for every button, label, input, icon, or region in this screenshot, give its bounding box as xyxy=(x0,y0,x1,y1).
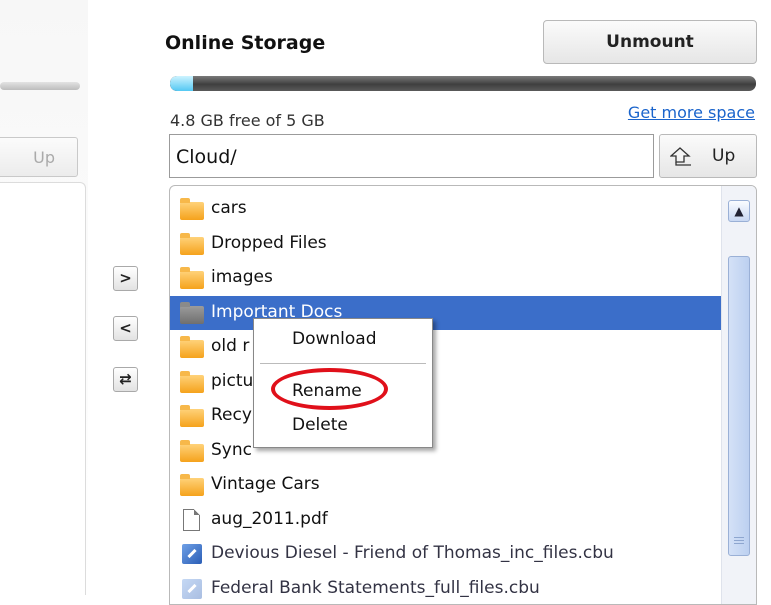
menu-item-download[interactable]: Download xyxy=(292,329,377,349)
list-item[interactable]: Devious Diesel - Friend of Thomas_inc_fi… xyxy=(170,537,722,572)
vertical-scrollbar[interactable]: ▲ xyxy=(721,186,756,605)
path-input[interactable] xyxy=(169,134,654,178)
storage-usage-bar xyxy=(170,76,756,91)
thumb-grip xyxy=(734,540,744,541)
folder-icon xyxy=(180,233,204,255)
list-item[interactable]: aug_2011.pdf xyxy=(170,503,722,538)
menu-item-delete[interactable]: Delete xyxy=(292,415,348,435)
list-item[interactable]: Federal Bank Statements_full_files.cbu xyxy=(170,572,722,605)
scrollbar-thumb[interactable] xyxy=(728,256,750,556)
folder-icon xyxy=(180,474,204,496)
copy-to-local-button[interactable]: > xyxy=(113,266,138,291)
unmount-button[interactable]: Unmount xyxy=(543,20,757,64)
backup-file-icon xyxy=(180,543,204,565)
list-item[interactable]: Dropped Files xyxy=(170,227,722,262)
folder-icon xyxy=(180,302,204,324)
file-name: pictu xyxy=(211,371,253,391)
folder-icon xyxy=(180,440,204,462)
menu-separator xyxy=(260,363,426,364)
local-file-list[interactable] xyxy=(0,182,86,595)
file-name: cars xyxy=(211,198,247,218)
file-name: images xyxy=(211,267,273,287)
local-up-button[interactable]: Up xyxy=(0,137,78,177)
up-arrow-icon xyxy=(670,147,692,167)
file-name: Recy xyxy=(211,405,252,425)
storage-free-text: 4.8 GB free of 5 GB xyxy=(170,111,325,130)
copy-to-cloud-button[interactable]: < xyxy=(113,316,138,341)
file-name: Vintage Cars xyxy=(211,474,320,494)
document-icon xyxy=(180,509,204,531)
up-button[interactable]: Up xyxy=(659,134,757,178)
panel-title: Online Storage xyxy=(165,32,325,54)
file-name: aug_2011.pdf xyxy=(211,509,328,529)
chevron-up-icon[interactable]: ▲ xyxy=(728,200,750,222)
chevron-left-icon: < xyxy=(119,319,132,337)
folder-icon xyxy=(180,267,204,289)
file-name: Dropped Files xyxy=(211,233,327,253)
file-name: Sync xyxy=(211,440,252,460)
file-name: old r xyxy=(211,336,249,356)
local-usage-bar xyxy=(0,82,80,90)
folder-icon xyxy=(180,336,204,358)
storage-usage-fill xyxy=(170,76,193,91)
rename-highlight-ring xyxy=(271,368,388,410)
chevron-right-icon: > xyxy=(119,269,132,287)
sync-icon: ⇄ xyxy=(119,370,132,388)
folder-icon xyxy=(180,198,204,220)
get-more-space-link[interactable]: Get more space xyxy=(628,103,755,122)
list-item[interactable]: images xyxy=(170,261,722,296)
folder-icon xyxy=(180,371,204,393)
list-item[interactable]: cars xyxy=(170,192,722,227)
list-item[interactable]: Vintage Cars xyxy=(170,468,722,503)
thumb-grip xyxy=(734,537,744,538)
folder-icon xyxy=(180,405,204,427)
sync-button[interactable]: ⇄ xyxy=(113,367,138,392)
thumb-grip xyxy=(734,543,744,544)
up-button-label: Up xyxy=(712,146,735,166)
local-up-label: Up xyxy=(33,148,55,167)
file-name: Devious Diesel - Friend of Thomas_inc_fi… xyxy=(211,543,614,563)
backup-file-icon xyxy=(180,578,204,600)
